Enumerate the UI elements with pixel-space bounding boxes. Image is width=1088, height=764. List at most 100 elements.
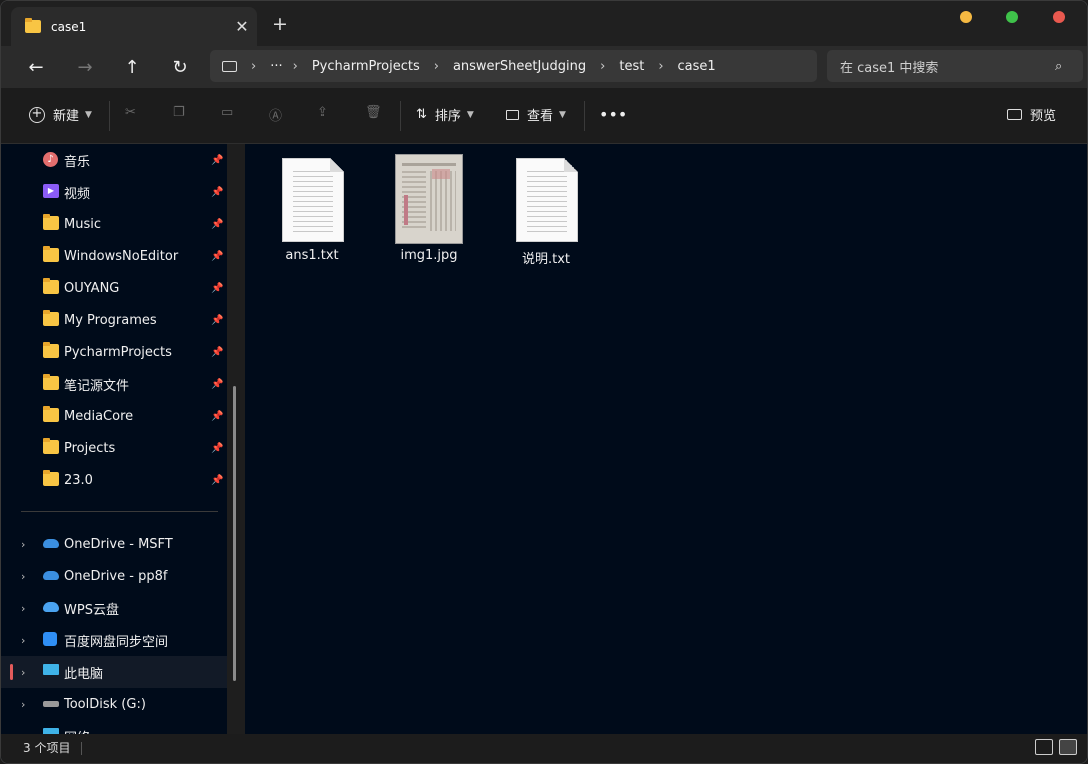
- tab-case1[interactable]: case1 ✕: [11, 7, 257, 46]
- forward-button[interactable]: →: [72, 54, 98, 80]
- sidebar-item-onedrive-pp8f[interactable]: › OneDrive - pp8f: [1, 560, 227, 592]
- preview-button[interactable]: 预览: [1007, 105, 1056, 124]
- sidebar-item-projects[interactable]: Projects 📌: [1, 432, 227, 464]
- sort-icon: ⇅: [416, 107, 427, 122]
- plus-circle-icon: +: [29, 106, 45, 123]
- paste-button[interactable]: ▭: [221, 105, 233, 120]
- chevron-down-icon: ▼: [466, 109, 474, 120]
- onedrive-icon: [43, 539, 59, 548]
- sidebar-item-label: 百度网盘同步空间: [64, 634, 169, 650]
- sidebar-item-music-cn[interactable]: ♪ 音乐 📌: [1, 144, 227, 176]
- sidebar-item-baidu-netdisk[interactable]: › 百度网盘同步空间: [1, 624, 227, 656]
- computer-icon[interactable]: [222, 60, 237, 72]
- copy-button[interactable]: ❐: [173, 105, 185, 120]
- breadcrumb-pycharmprojects[interactable]: PycharmProjects: [312, 59, 420, 74]
- sidebar-item-this-pc[interactable]: › 此电脑: [1, 656, 227, 688]
- sidebar-item-windowsnoeditor[interactable]: WindowsNoEditor 📌: [1, 240, 227, 272]
- sidebar-item-label: MediaCore: [64, 408, 134, 424]
- file-list: ans1.txt img1.jpg 说明.txt: [247, 144, 1087, 734]
- sidebar-scrollbar[interactable]: [227, 144, 245, 734]
- file-item-readme[interactable]: 说明.txt: [481, 154, 591, 267]
- pin-icon: 📌: [211, 442, 224, 454]
- address-bar[interactable]: › ··· › PycharmProjects › answerSheetJud…: [210, 50, 817, 82]
- sidebar-divider: [21, 511, 218, 512]
- sidebar-item-label: PycharmProjects: [64, 344, 172, 360]
- selection-indicator: [10, 664, 13, 680]
- chevron-right-icon[interactable]: ›: [21, 538, 25, 551]
- view-icon: [506, 109, 519, 120]
- chevron-right-icon[interactable]: ›: [21, 666, 25, 679]
- sidebar-item-video[interactable]: ▶ 视频 📌: [1, 176, 227, 208]
- preview-label: 预览: [1030, 109, 1057, 124]
- cut-button[interactable]: ✂: [125, 105, 136, 120]
- breadcrumb-case1[interactable]: case1: [678, 59, 716, 74]
- pin-icon: 📌: [211, 346, 224, 358]
- sidebar-item-music[interactable]: Music 📌: [1, 208, 227, 240]
- sidebar-item-label: 此电脑: [64, 666, 104, 682]
- sidebar-item-label: 笔记源文件: [64, 378, 130, 394]
- view-button[interactable]: 查看 ▼: [506, 105, 566, 124]
- breadcrumb-answersheetjudging[interactable]: answerSheetJudging: [453, 59, 586, 74]
- sidebar-item-mediacore[interactable]: MediaCore 📌: [1, 400, 227, 432]
- new-tab-button[interactable]: +: [267, 13, 293, 35]
- file-item-ans1[interactable]: ans1.txt: [247, 154, 357, 264]
- new-label: 新建: [53, 109, 80, 124]
- preview-pane-icon: [1007, 109, 1022, 120]
- rename-button[interactable]: Ⓐ: [269, 105, 282, 124]
- sidebar-item-ouyang[interactable]: OUYANG 📌: [1, 272, 227, 304]
- share-button[interactable]: ⇪: [317, 105, 328, 120]
- sidebar-item-my-programes[interactable]: My Programes 📌: [1, 304, 227, 336]
- maximize-button[interactable]: [1006, 11, 1018, 23]
- sidebar-item-23-0[interactable]: 23.0 📌: [1, 464, 227, 496]
- image-thumbnail: [395, 154, 463, 244]
- folder-icon: [25, 18, 41, 33]
- sidebar-item-onedrive-msft[interactable]: › OneDrive - MSFT: [1, 528, 227, 560]
- sidebar-item-label: 视频: [64, 186, 91, 202]
- toolbar-divider: [584, 101, 585, 131]
- sidebar-item-tooldisk[interactable]: › ToolDisk (G:): [1, 688, 227, 720]
- sidebar-item-label: ToolDisk (G:): [64, 696, 146, 712]
- more-crumbs-button[interactable]: ···: [270, 59, 282, 74]
- sidebar-scrollbar-thumb[interactable]: [233, 386, 236, 681]
- sidebar-item-network[interactable]: › 网络: [1, 720, 227, 734]
- sidebar-item-pycharmprojects[interactable]: PycharmProjects 📌: [1, 336, 227, 368]
- back-button[interactable]: ←: [23, 54, 49, 80]
- text-file-icon: [516, 158, 578, 242]
- new-button[interactable]: + 新建 ▼: [29, 105, 92, 124]
- sidebar-item-label: Projects: [64, 440, 116, 456]
- close-tab-icon[interactable]: ✕: [227, 17, 257, 36]
- tiles-view-button[interactable]: [1059, 739, 1077, 755]
- sidebar-item-wps-cloud[interactable]: › WPS云盘: [1, 592, 227, 624]
- wps-cloud-icon: [43, 602, 59, 612]
- chevron-right-icon[interactable]: ›: [21, 698, 25, 711]
- sidebar-item-notes-source[interactable]: 笔记源文件 📌: [1, 368, 227, 400]
- details-view-button[interactable]: [1035, 739, 1053, 755]
- chevron-down-icon: ▼: [85, 109, 92, 120]
- refresh-button[interactable]: ↻: [167, 54, 193, 80]
- breadcrumb-test[interactable]: test: [619, 59, 644, 74]
- file-item-img1[interactable]: img1.jpg: [372, 154, 482, 264]
- search-input[interactable]: 在 case1 中搜索 ⌕: [827, 50, 1083, 82]
- folder-icon: [43, 438, 59, 454]
- baidu-netdisk-icon: [43, 632, 57, 646]
- search-icon[interactable]: ⌕: [1055, 59, 1083, 74]
- close-window-button[interactable]: [1053, 11, 1065, 23]
- more-options-button[interactable]: •••: [599, 105, 627, 124]
- tab-title: case1: [51, 19, 87, 34]
- minimize-button[interactable]: [960, 11, 972, 23]
- breadcrumb-separator: ›: [292, 58, 298, 74]
- chevron-right-icon[interactable]: ›: [21, 570, 25, 583]
- sidebar-item-label: WindowsNoEditor: [64, 248, 179, 264]
- item-count: 3 个项目: [23, 741, 71, 755]
- folder-icon: [43, 310, 59, 326]
- chevron-right-icon[interactable]: ›: [21, 602, 25, 615]
- ellipsis-icon: •••: [599, 105, 628, 124]
- sidebar-item-label: 网络: [64, 727, 90, 735]
- up-button[interactable]: ↑: [119, 54, 145, 80]
- rename-icon: Ⓐ: [269, 109, 283, 124]
- delete-button[interactable]: 🗑: [365, 105, 382, 120]
- sort-button[interactable]: ⇅ 排序 ▼: [416, 105, 474, 124]
- pin-icon: 📌: [211, 314, 224, 326]
- sidebar-item-label: 23.0: [64, 472, 93, 488]
- chevron-right-icon[interactable]: ›: [21, 634, 25, 647]
